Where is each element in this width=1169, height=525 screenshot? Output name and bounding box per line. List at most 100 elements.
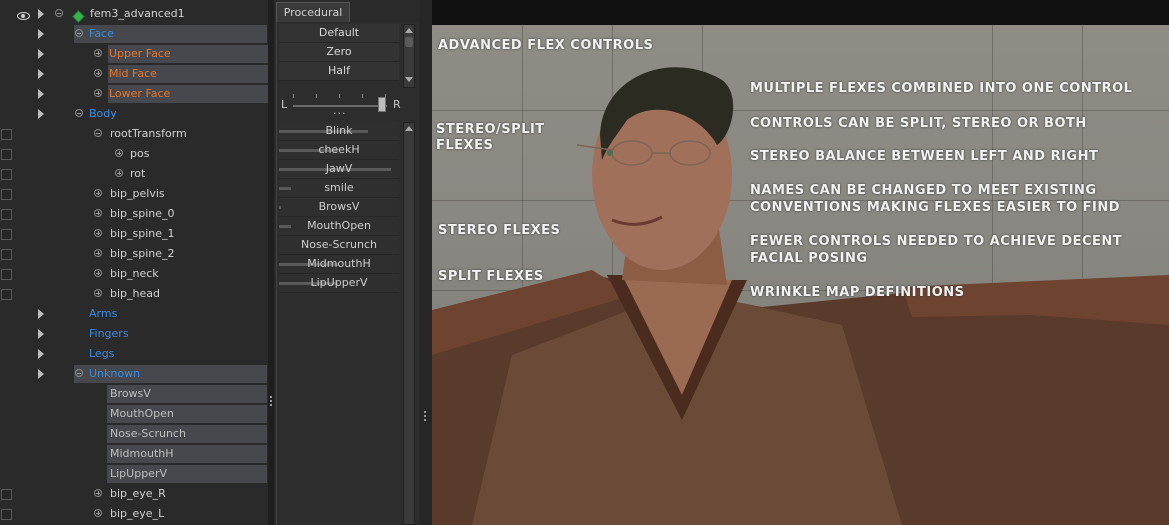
- visibility-checkbox[interactable]: [1, 249, 12, 260]
- tree-root-row[interactable]: fem3_advanced1: [0, 4, 268, 24]
- flex-slider[interactable]: MidmouthH: [279, 255, 399, 274]
- expand-node-icon[interactable]: [94, 89, 102, 97]
- tree-item[interactable]: bip_spine_1: [0, 224, 268, 244]
- preset-default[interactable]: Default: [279, 24, 399, 43]
- tree-item[interactable]: bip_spine_0: [0, 204, 268, 224]
- 3d-viewport[interactable]: ADVANCED FLEX CONTROLS STEREO/SPLIT FLEX…: [432, 25, 1169, 525]
- expand-arrow-icon[interactable]: [38, 309, 44, 319]
- tree-item[interactable]: bip_neck: [0, 264, 268, 284]
- flex-slider[interactable]: MouthOpen: [279, 217, 399, 236]
- flex-slider[interactable]: smile: [279, 179, 399, 198]
- tree-item-label: MidmouthH: [110, 447, 174, 460]
- tree-item[interactable]: bip_eye_L: [0, 504, 268, 524]
- tree-item[interactable]: pos: [0, 144, 268, 164]
- tree-item[interactable]: rootTransform: [0, 124, 268, 144]
- tree-item[interactable]: BrowsV: [0, 384, 268, 404]
- expand-node-icon[interactable]: [94, 489, 102, 497]
- expand-node-icon[interactable]: [94, 269, 102, 277]
- visibility-checkbox[interactable]: [1, 289, 12, 300]
- tree-item[interactable]: MidmouthH: [0, 444, 268, 464]
- preset-scrollbar[interactable]: [403, 24, 415, 88]
- tree-item[interactable]: Arms: [0, 304, 268, 324]
- expand-arrow-icon[interactable]: [38, 89, 44, 99]
- collapse-node-icon[interactable]: [94, 129, 102, 137]
- flex-slider[interactable]: BrowsV: [279, 198, 399, 217]
- caption-split-flexes: SPLIT FLEXES: [438, 269, 544, 284]
- balance-left-label: L: [281, 98, 288, 111]
- tree-item[interactable]: bip_pelvis: [0, 184, 268, 204]
- tree-item[interactable]: bip_eye_R: [0, 484, 268, 504]
- expand-arrow-icon[interactable]: [38, 109, 44, 119]
- flex-slider[interactable]: cheekH: [279, 141, 399, 160]
- visibility-checkbox[interactable]: [1, 489, 12, 500]
- collapse-node-icon[interactable]: [75, 109, 83, 117]
- collapse-node-icon[interactable]: [75, 369, 83, 377]
- tab-procedural[interactable]: Procedural: [276, 2, 350, 22]
- procedural-body: Default Zero Half L R ··· Blink cheekH Jaw…: [276, 22, 419, 525]
- tree-item-label: Fingers: [89, 327, 129, 340]
- tree-item[interactable]: Nose-Scrunch: [0, 424, 268, 444]
- flex-slider[interactable]: Blink: [279, 122, 399, 141]
- tree-item[interactable]: LipUpperV: [0, 464, 268, 484]
- tree-item[interactable]: Legs: [0, 344, 268, 364]
- tree-item-label: Mid Face: [109, 67, 157, 80]
- expand-node-icon[interactable]: [94, 209, 102, 217]
- visibility-checkbox[interactable]: [1, 269, 12, 280]
- scroll-down-icon[interactable]: [405, 77, 413, 82]
- collapse-icon[interactable]: [55, 9, 63, 17]
- tree-item-label: Arms: [89, 307, 118, 320]
- visibility-checkbox[interactable]: [1, 149, 12, 160]
- visibility-checkbox[interactable]: [1, 229, 12, 240]
- expand-node-icon[interactable]: [115, 149, 123, 157]
- visibility-checkbox[interactable]: [1, 209, 12, 220]
- visibility-checkbox[interactable]: [1, 129, 12, 140]
- expand-node-icon[interactable]: [94, 229, 102, 237]
- tree-item[interactable]: Lower Face: [0, 84, 268, 104]
- scroll-up-icon[interactable]: [405, 126, 413, 131]
- flex-slider[interactable]: JawV: [279, 160, 399, 179]
- expand-arrow-icon[interactable]: [38, 9, 44, 19]
- preset-half[interactable]: Half: [279, 62, 399, 81]
- flex-slider[interactable]: Nose-Scrunch: [279, 236, 399, 255]
- expand-node-icon[interactable]: [115, 169, 123, 177]
- expand-arrow-icon[interactable]: [38, 369, 44, 379]
- tree-item-label: bip_spine_2: [110, 247, 175, 260]
- tree-item[interactable]: Upper Face: [0, 44, 268, 64]
- caption-names-1: NAMES CAN BE CHANGED TO MEET EXISTING: [750, 183, 1097, 198]
- tree-item[interactable]: Unknown: [0, 364, 268, 384]
- panel-splitter-right[interactable]: [420, 0, 432, 525]
- eye-icon[interactable]: [17, 12, 30, 20]
- tree-item[interactable]: rot: [0, 164, 268, 184]
- visibility-checkbox[interactable]: [1, 189, 12, 200]
- tree-item[interactable]: bip_head: [0, 284, 268, 304]
- scroll-thumb[interactable]: [405, 37, 413, 47]
- tree-item[interactable]: MouthOpen: [0, 404, 268, 424]
- visibility-checkbox[interactable]: [1, 169, 12, 180]
- expand-node-icon[interactable]: [94, 69, 102, 77]
- expand-arrow-icon[interactable]: [38, 29, 44, 39]
- flex-slider[interactable]: LipUpperV: [279, 274, 399, 293]
- expand-node-icon[interactable]: [94, 249, 102, 257]
- visibility-checkbox[interactable]: [1, 509, 12, 520]
- scroll-up-icon[interactable]: [405, 28, 413, 33]
- expand-node-icon[interactable]: [94, 509, 102, 517]
- balance-handle[interactable]: [378, 97, 386, 112]
- preset-zero[interactable]: Zero: [279, 43, 399, 62]
- expand-arrow-icon[interactable]: [38, 69, 44, 79]
- expand-arrow-icon[interactable]: [38, 329, 44, 339]
- collapse-node-icon[interactable]: [75, 29, 83, 37]
- expand-node-icon[interactable]: [94, 49, 102, 57]
- expand-arrow-icon[interactable]: [38, 49, 44, 59]
- flex-scrollbar[interactable]: [403, 122, 415, 525]
- tree-item[interactable]: bip_spine_2: [0, 244, 268, 264]
- expand-node-icon[interactable]: [94, 189, 102, 197]
- expand-node-icon[interactable]: [94, 289, 102, 297]
- drag-grip-icon[interactable]: ···: [333, 108, 347, 119]
- tree-item-label: Nose-Scrunch: [110, 427, 186, 440]
- tree-item[interactable]: Body: [0, 104, 268, 124]
- tree-item[interactable]: Face: [0, 24, 268, 44]
- tree-item[interactable]: Fingers: [0, 324, 268, 344]
- expand-arrow-icon[interactable]: [38, 349, 44, 359]
- tree-item[interactable]: Mid Face: [0, 64, 268, 84]
- balance-slider[interactable]: L R: [279, 89, 417, 119]
